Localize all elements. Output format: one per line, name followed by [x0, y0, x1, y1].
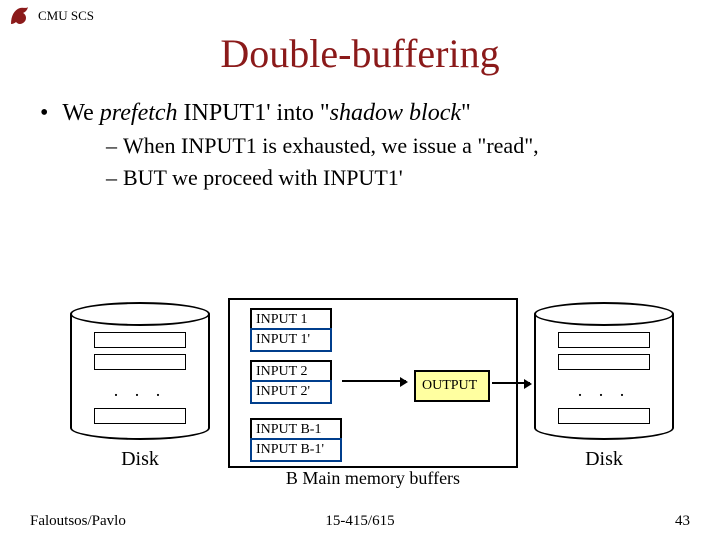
- input2p-buffer: INPUT 2': [250, 380, 332, 404]
- page-number: 43: [675, 513, 690, 530]
- sub-bullet-2: –BUT we proceed with INPUT1': [40, 161, 680, 193]
- disk-slot: [94, 354, 186, 370]
- disk-right-label: Disk: [534, 448, 674, 471]
- inputBp-buffer: INPUT B-1': [250, 438, 342, 462]
- disk-left: . . . Disk: [70, 302, 210, 442]
- org-label: CMU SCS: [38, 8, 94, 24]
- disk-right: . . . Disk: [534, 302, 674, 442]
- diagram: . . . Disk . . . Disk INPUT 1 INPUT 1' I…: [0, 300, 720, 510]
- disk-left-label: Disk: [70, 448, 210, 471]
- disk-slot: [558, 354, 650, 370]
- arrow-icon: [342, 380, 406, 382]
- content: • We prefetch INPUT1' into "shadow block…: [0, 77, 720, 193]
- bullet-dot-icon: •: [40, 97, 48, 129]
- sub-bullet-1: –When INPUT1 is exhausted, we issue a "r…: [40, 129, 680, 161]
- dash-icon: –: [106, 165, 117, 190]
- footer-course: 15-415/615: [0, 513, 720, 530]
- arrow-icon: [492, 382, 530, 384]
- griffin-logo-icon: [8, 4, 32, 28]
- disk-slot: [94, 408, 186, 424]
- header: CMU SCS: [0, 0, 720, 28]
- disk-slot: [94, 332, 186, 348]
- bullet-1: • We prefetch INPUT1' into "shadow block…: [40, 97, 680, 129]
- disk-slot: [558, 408, 650, 424]
- memory-caption: B Main memory buffers: [228, 468, 518, 489]
- memory-box: INPUT 1 INPUT 1' INPUT 2 INPUT 2' INPUT …: [228, 298, 518, 468]
- bullet-text: We prefetch INPUT1' into "shadow block": [62, 97, 470, 129]
- output-buffer: OUTPUT: [414, 370, 490, 402]
- disk-slot: [558, 332, 650, 348]
- input1p-buffer: INPUT 1': [250, 328, 332, 352]
- dash-icon: –: [106, 133, 117, 158]
- slide-title: Double-buffering: [0, 30, 720, 77]
- dots-icon: . . .: [70, 380, 210, 401]
- dots-icon: . . .: [534, 380, 674, 401]
